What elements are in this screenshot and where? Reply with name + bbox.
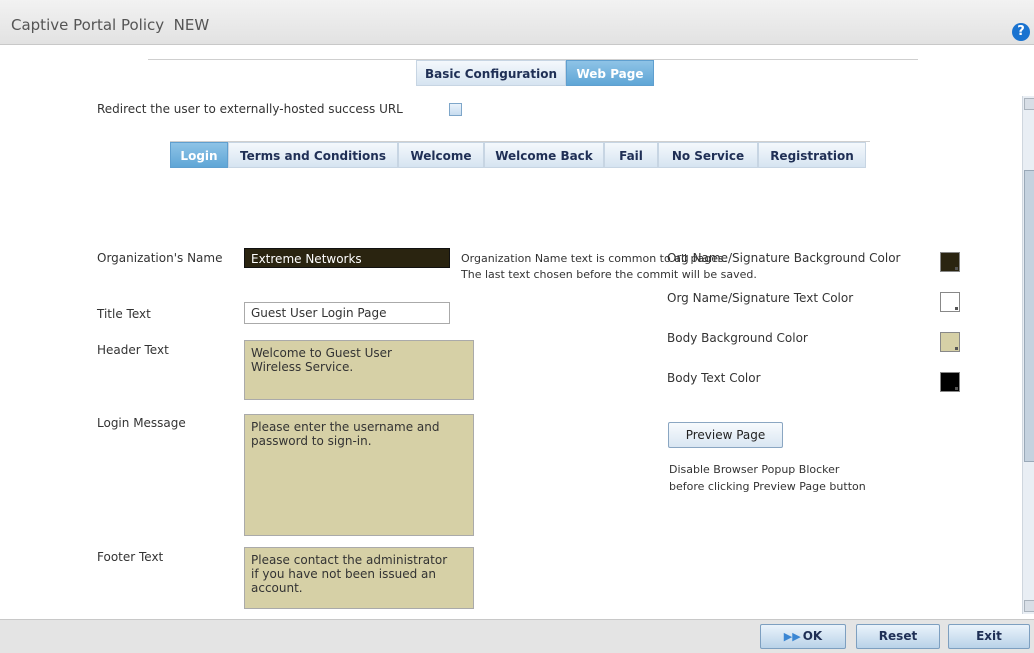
org-text-color-picker[interactable] xyxy=(940,292,960,312)
subtab-no-service[interactable]: No Service xyxy=(658,142,758,168)
ok-button-label: OK xyxy=(802,629,823,643)
redirect-checkbox[interactable] xyxy=(449,103,462,116)
redirect-label: Redirect the user to externally-hosted s… xyxy=(97,102,403,116)
login-message-input[interactable]: Please enter the username and password t… xyxy=(244,414,474,536)
subtab-terms-and-conditions[interactable]: Terms and Conditions xyxy=(228,142,398,168)
body-text-color-picker[interactable] xyxy=(940,372,960,392)
footer-text-input[interactable]: Please contact the administrator if you … xyxy=(244,547,474,609)
window-title: Captive Portal Policy NEW xyxy=(11,16,210,34)
ok-button[interactable]: ▶▶ OK xyxy=(760,624,846,649)
subtab-login[interactable]: Login xyxy=(170,142,228,168)
scroll-down-arrow-icon[interactable] xyxy=(1024,600,1034,612)
exit-button[interactable]: Exit xyxy=(948,624,1030,649)
subtab-welcome[interactable]: Welcome xyxy=(398,142,484,168)
title-text-label: Title Text xyxy=(97,307,151,321)
subtab-fail[interactable]: Fail xyxy=(604,142,658,168)
subtab-welcome-back[interactable]: Welcome Back xyxy=(484,142,604,168)
org-name-input[interactable]: Extreme Networks xyxy=(244,248,450,268)
org-bg-color-picker[interactable] xyxy=(940,252,960,272)
reset-button[interactable]: Reset xyxy=(856,624,940,649)
double-arrow-right-icon: ▶▶ xyxy=(783,630,801,643)
body-bg-color-label: Body Background Color xyxy=(667,331,808,345)
scroll-up-arrow-icon[interactable] xyxy=(1024,98,1034,110)
scroll-thumb[interactable] xyxy=(1024,170,1034,462)
preview-page-button[interactable]: Preview Page xyxy=(668,422,783,448)
org-name-label: Organization's Name xyxy=(97,251,223,265)
header-text-input[interactable]: Welcome to Guest User Wireless Service. xyxy=(244,340,474,400)
title-text-input[interactable]: Guest User Login Page xyxy=(244,302,450,324)
org-text-color-label: Org Name/Signature Text Color xyxy=(667,291,854,305)
help-icon[interactable]: ? xyxy=(1012,23,1030,41)
body-bg-color-picker[interactable] xyxy=(940,332,960,352)
org-bg-color-label: Org Name/Signature Background Color xyxy=(667,251,901,265)
tab-basic-configuration[interactable]: Basic Configuration xyxy=(416,60,566,86)
login-message-label: Login Message xyxy=(97,416,186,430)
footer-text-label: Footer Text xyxy=(97,550,164,564)
body-text-color-label: Body Text Color xyxy=(667,371,761,385)
subtab-registration[interactable]: Registration xyxy=(758,142,866,168)
popup-blocker-note: Disable Browser Popup Blocker before cli… xyxy=(669,463,866,493)
tab-web-page[interactable]: Web Page xyxy=(566,60,654,86)
header-text-label: Header Text xyxy=(97,343,169,357)
